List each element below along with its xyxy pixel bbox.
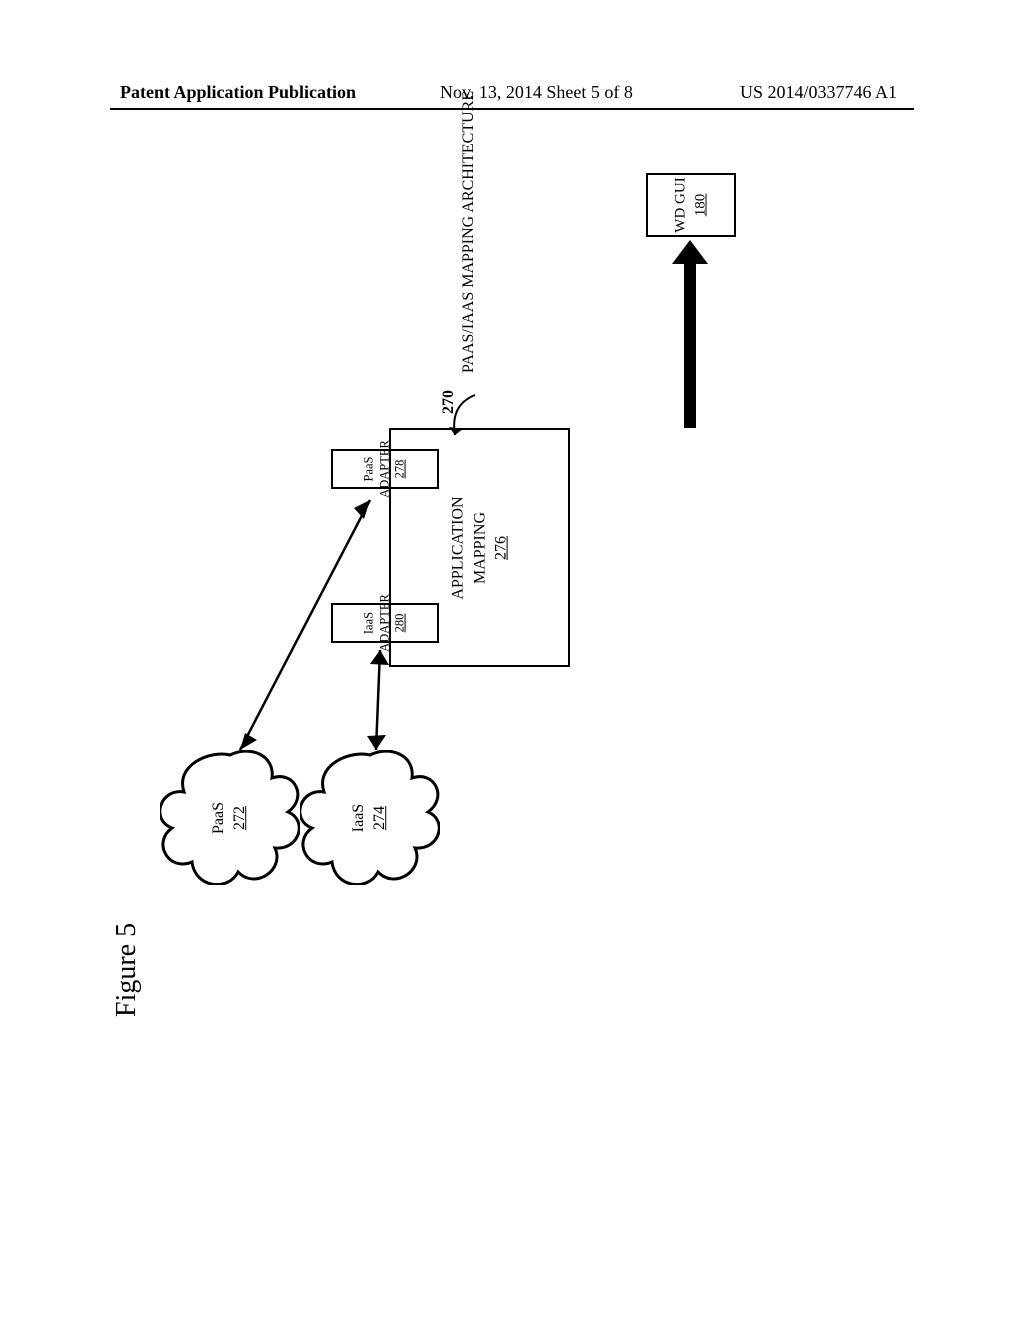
header-left: Patent Application Publication [120, 82, 356, 103]
wd-gui-box: WD GUI 180 [646, 173, 736, 237]
header-rule [110, 108, 914, 110]
paas-adapter-box: PaaSADAPTER 278 [331, 449, 439, 489]
iaas-cloud: IaaS 274 [300, 750, 440, 885]
patent-figure-page: Patent Application Publication Nov. 13, … [0, 0, 1024, 1320]
iaas-cloud-label: IaaS 274 [349, 803, 391, 831]
application-mapping-label: APPLICATIONMAPPING 276 [447, 496, 512, 599]
paas-cloud: PaaS 272 [160, 750, 300, 885]
arrow-to-wdgui [670, 240, 710, 428]
architecture-title: PAAS/IAAS MAPPING ARCHITECTURE [478, 355, 760, 373]
paas-cloud-label: PaaS 272 [209, 802, 251, 834]
figure-label: Figure 5 [143, 985, 237, 1017]
arrow-iaas [358, 640, 398, 760]
header-right: US 2014/0337746 A1 [740, 82, 897, 103]
wd-gui-label: WD GUI 180 [672, 177, 711, 232]
